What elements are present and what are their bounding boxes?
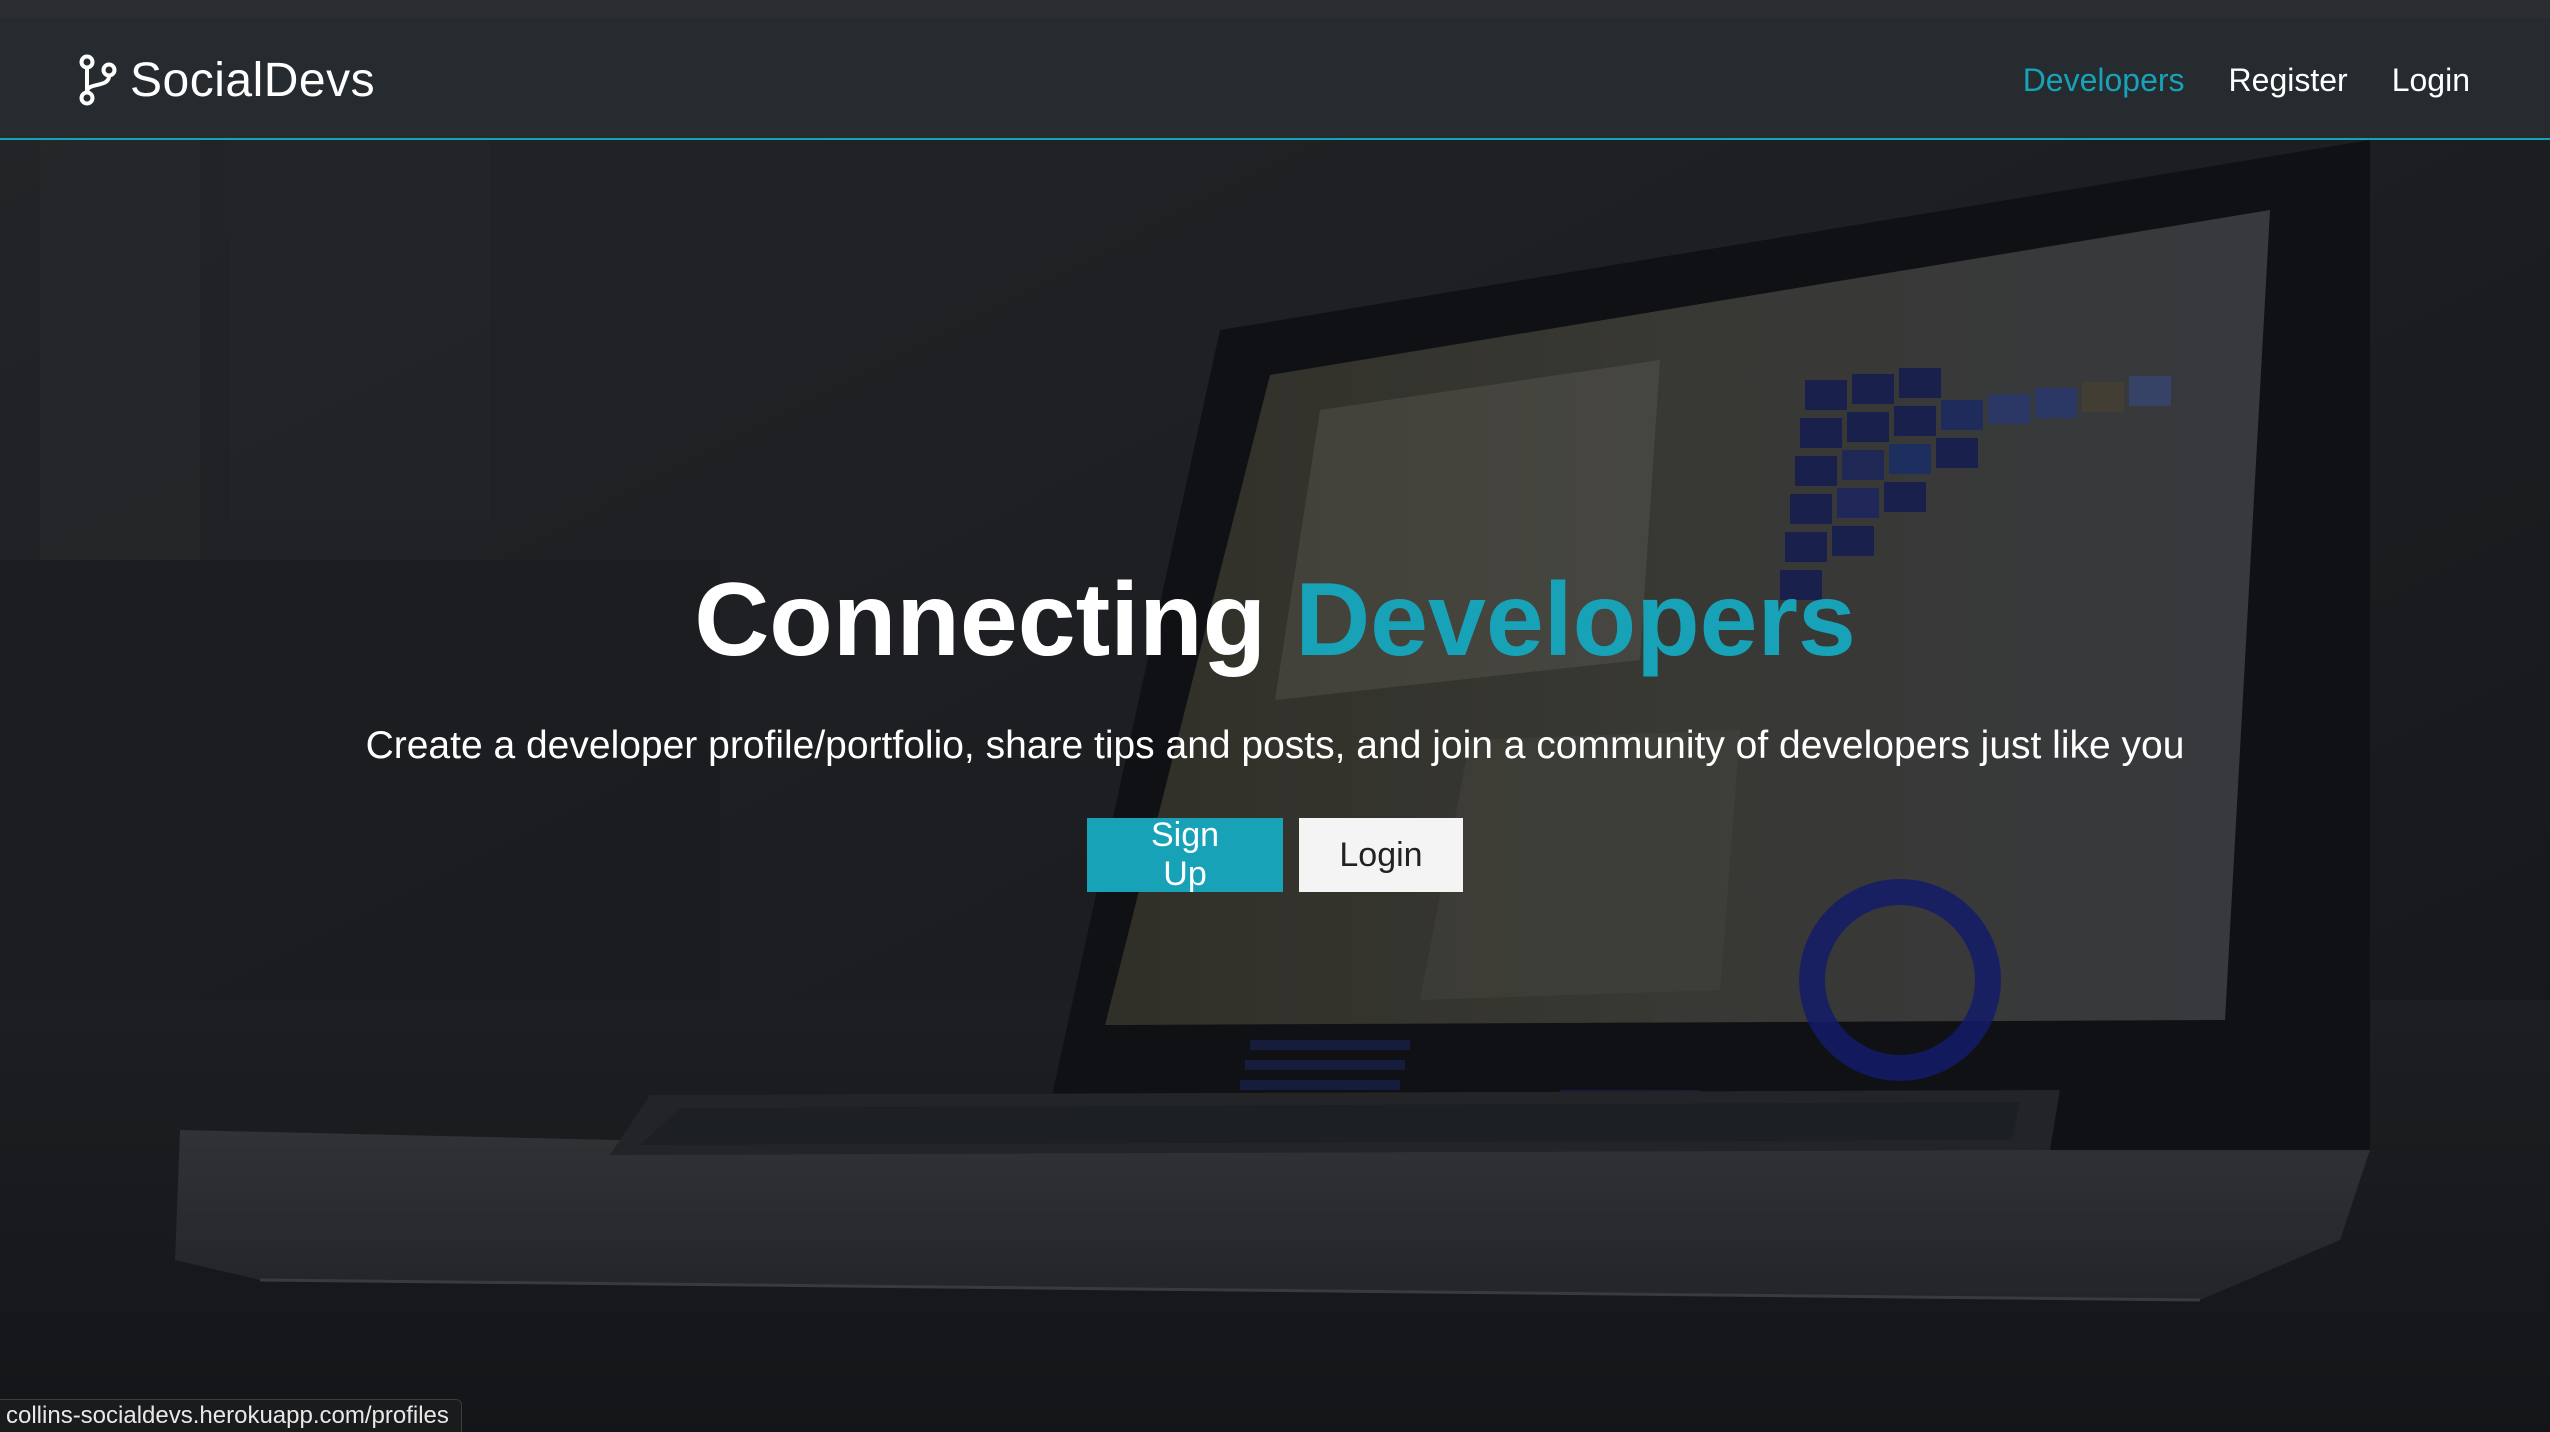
hero-dark-overlay bbox=[0, 140, 2550, 1432]
hero-subtitle: Create a developer profile/portfolio, sh… bbox=[365, 724, 2185, 767]
nav-link-developers[interactable]: Developers bbox=[2023, 58, 2185, 102]
hero-title-part1: Connecting bbox=[694, 562, 1267, 678]
page: SocialDevs Developers Register Login Con… bbox=[0, 0, 2550, 1432]
sign-up-button[interactable]: Sign Up bbox=[1087, 816, 1283, 893]
window-top-strip bbox=[0, 0, 2550, 19]
hero-title-part2: Developers bbox=[1295, 562, 1856, 678]
hero-buttons: Sign Up Login bbox=[0, 816, 2550, 893]
brand-name: SocialDevs bbox=[130, 53, 376, 107]
nav-links: Developers Register Login bbox=[2023, 58, 2470, 102]
nav-link-login[interactable]: Login bbox=[2392, 58, 2470, 102]
login-button[interactable]: Login bbox=[1299, 818, 1463, 892]
nav-link-register[interactable]: Register bbox=[2229, 58, 2348, 102]
hero-title: Connecting Developers bbox=[0, 560, 2550, 680]
hero-section: Connecting Developers Create a developer… bbox=[0, 140, 2550, 1432]
code-branch-icon bbox=[79, 54, 117, 106]
brand-link[interactable]: SocialDevs bbox=[78, 50, 375, 110]
navbar: SocialDevs Developers Register Login bbox=[0, 18, 2550, 140]
status-bar-url: collins-socialdevs.herokuapp.com/profile… bbox=[0, 1399, 462, 1432]
